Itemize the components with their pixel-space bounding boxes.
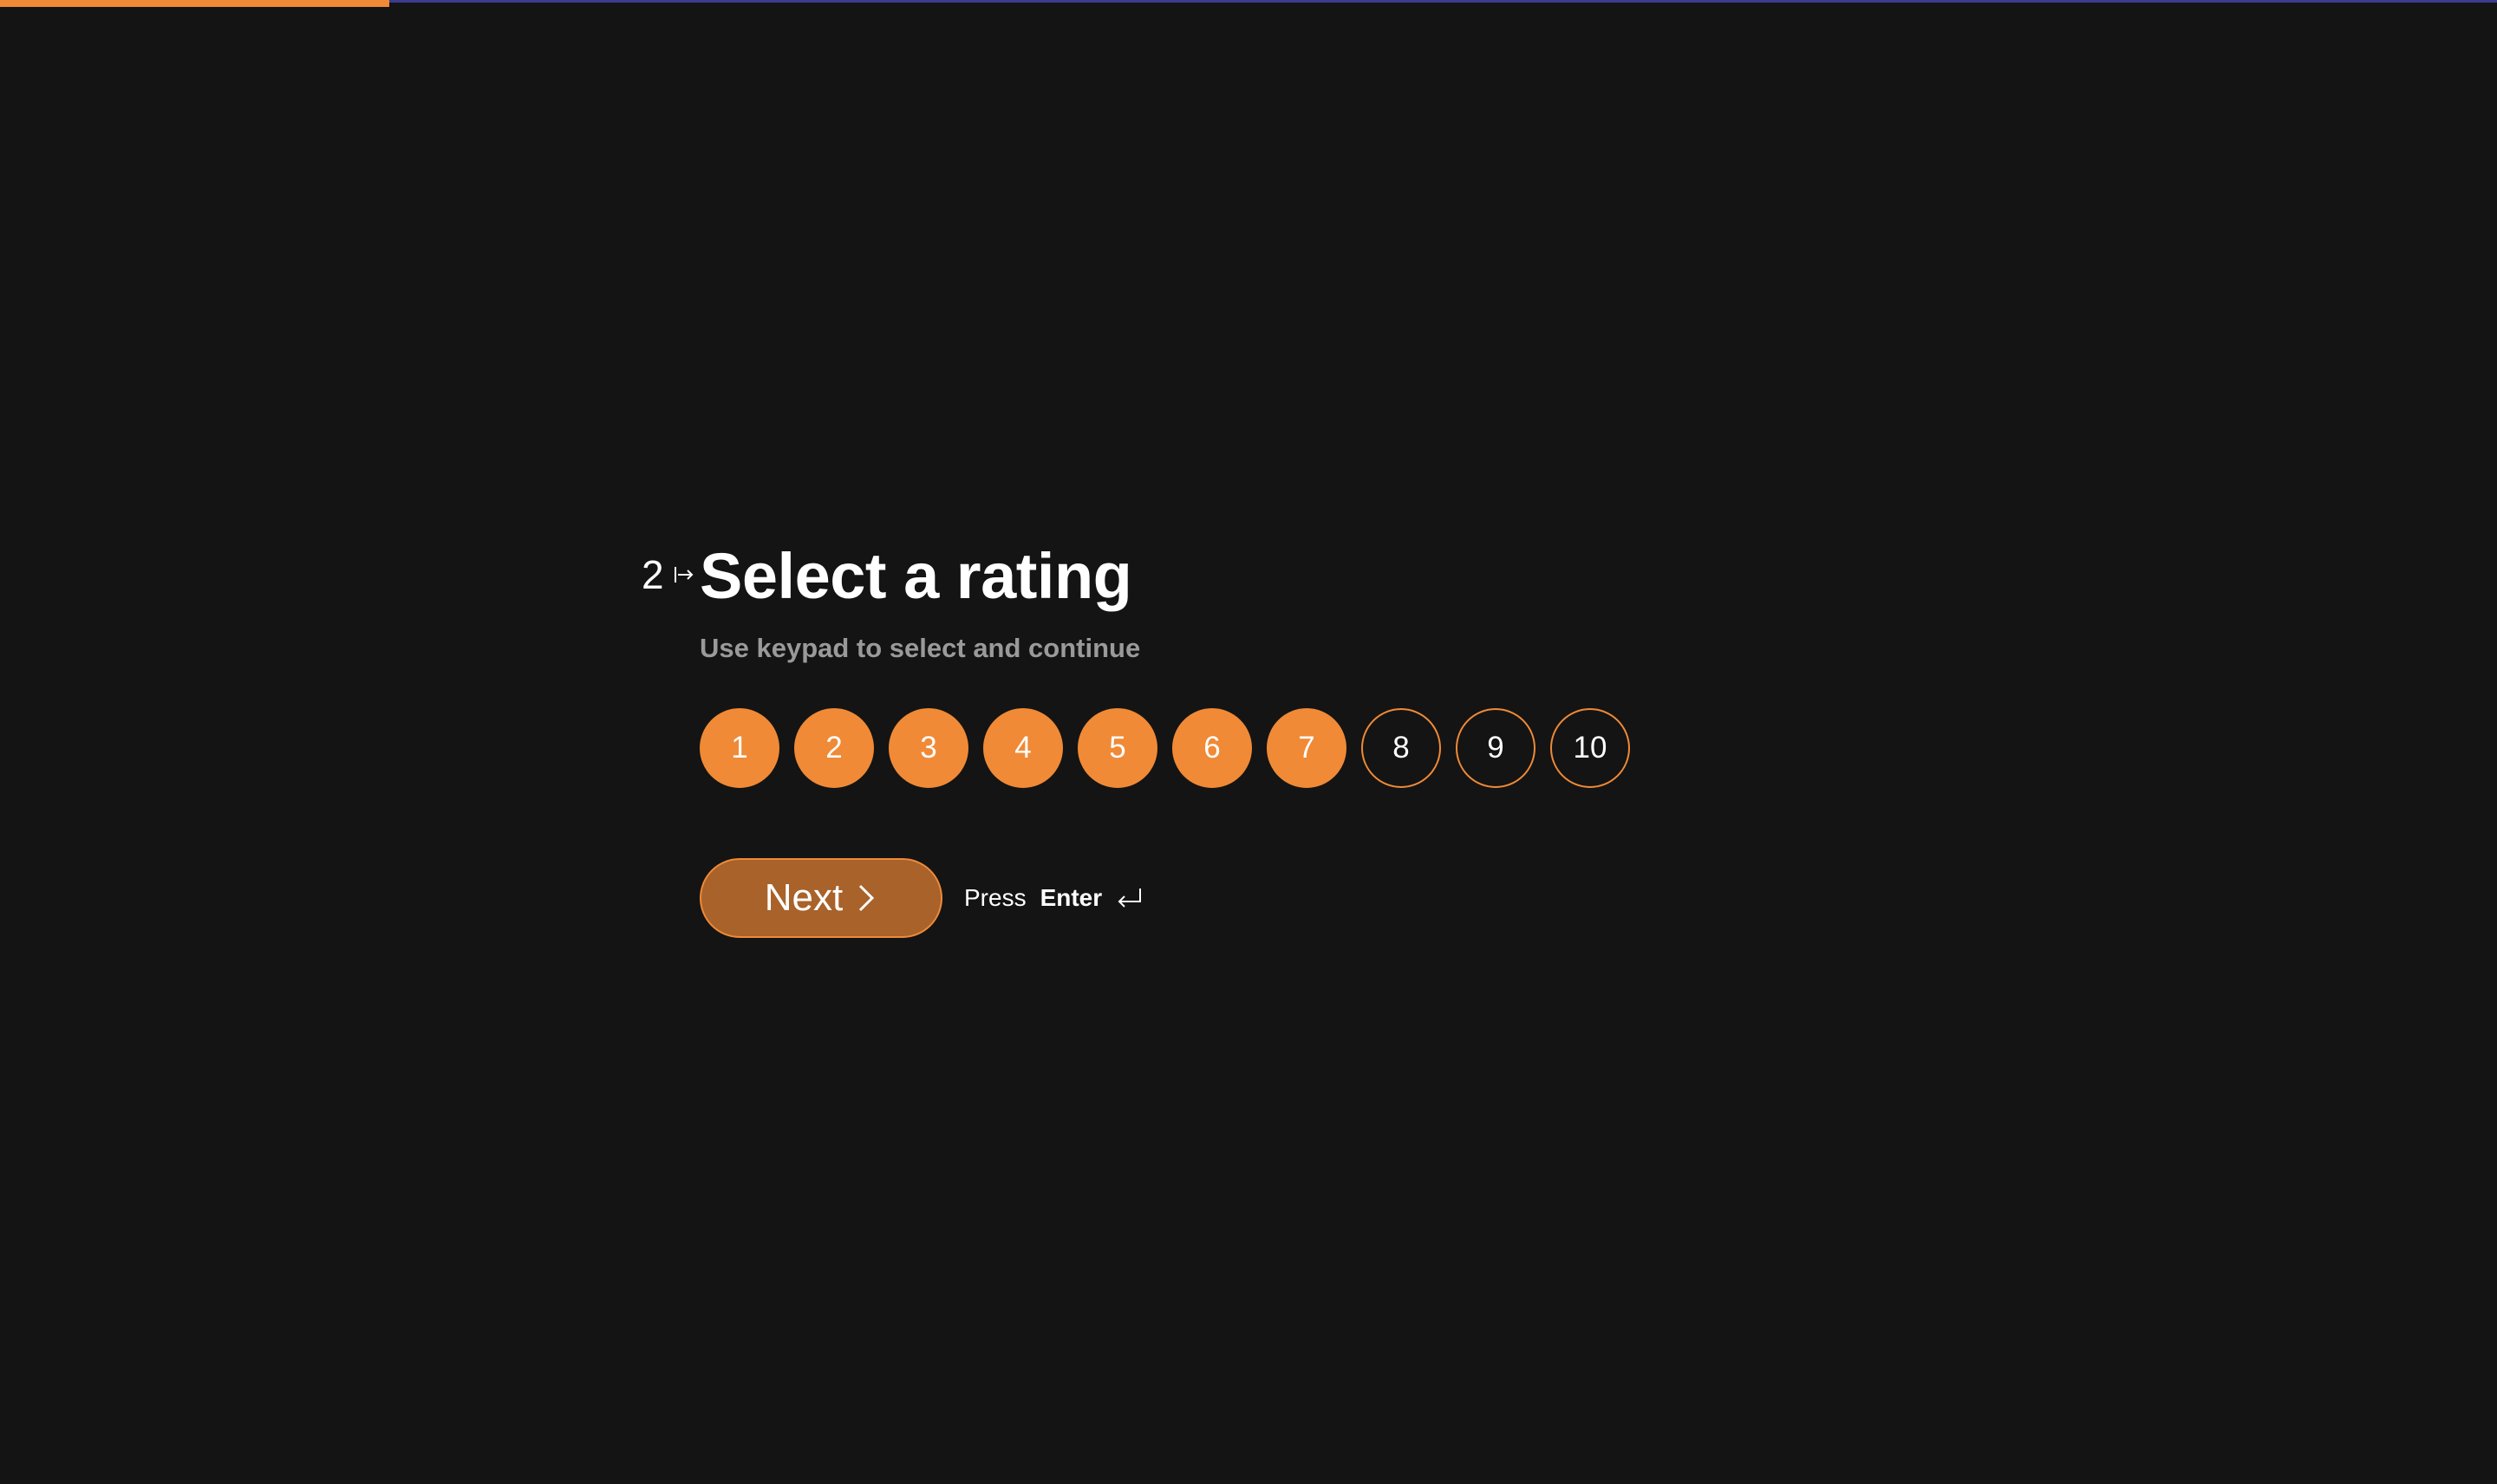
rating-option-1[interactable]: 1 (700, 708, 779, 788)
hint-key: Enter (1040, 884, 1103, 911)
keyboard-hint: Press Enter (964, 884, 1144, 912)
rating-option-7[interactable]: 7 (1267, 708, 1346, 788)
rating-option-6[interactable]: 6 (1172, 708, 1252, 788)
progress-bar (0, 0, 390, 7)
question-subtitle: Use keypad to select and continue (700, 633, 1141, 663)
rating-option-10[interactable]: 10 (1550, 708, 1630, 788)
chevron-right-icon (859, 884, 875, 912)
rating-option-9[interactable]: 9 (1456, 708, 1535, 788)
survey-page: 2 Select a rating Use keypad to select a… (0, 0, 2497, 1484)
hint-prefix: Press (964, 884, 1027, 911)
next-button[interactable]: Next (700, 858, 942, 938)
rating-option-3[interactable]: 3 (889, 708, 968, 788)
actions-row: Next Press Enter (700, 858, 1144, 938)
question-number: 2 (642, 555, 695, 595)
rating-option-4[interactable]: 4 (983, 708, 1063, 788)
question-number-label: 2 (642, 552, 664, 597)
question-title: Select a rating (700, 540, 1132, 612)
arrow-right-icon (674, 567, 694, 583)
enter-key-icon (1118, 888, 1142, 908)
rating-option-2[interactable]: 2 (794, 708, 874, 788)
rating-option-8[interactable]: 8 (1361, 708, 1441, 788)
rating-option-5[interactable]: 5 (1078, 708, 1157, 788)
next-button-label: Next (764, 876, 844, 919)
rating-scale: 1 2 3 4 5 6 7 8 9 10 (700, 708, 1630, 788)
